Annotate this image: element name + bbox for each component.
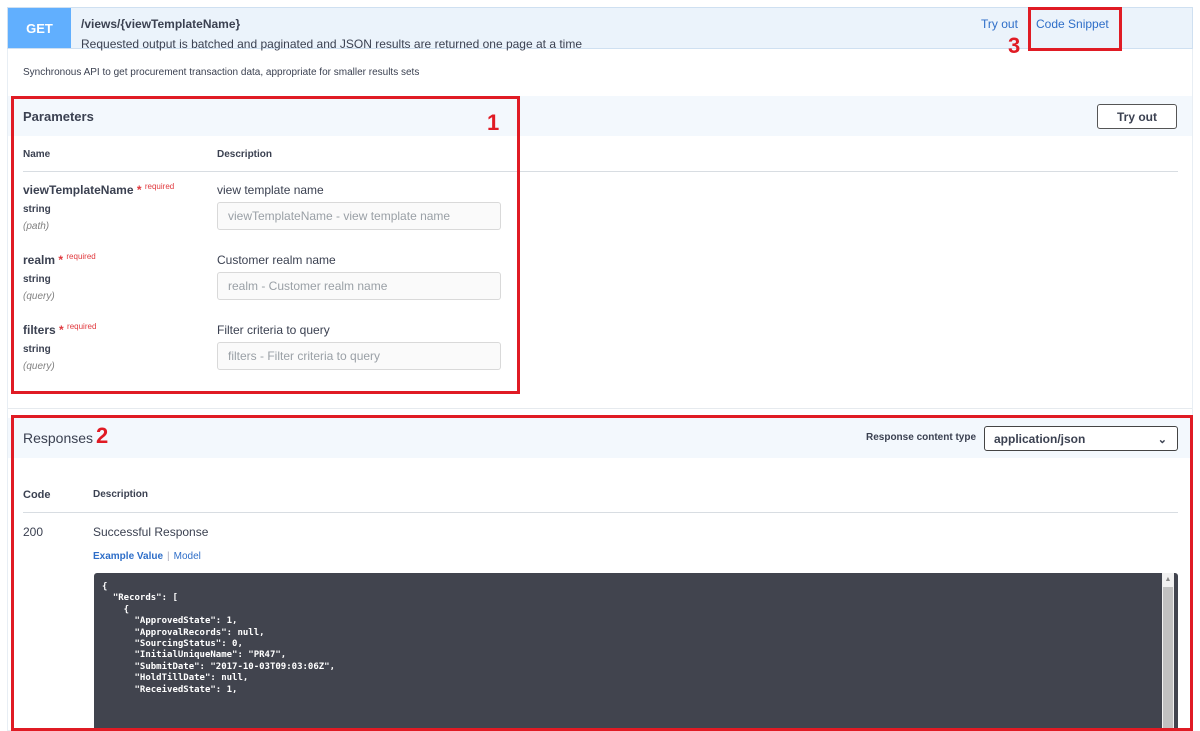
annotation-box-code-snippet <box>1028 7 1122 51</box>
try-out-link[interactable]: Try out <box>981 17 1018 31</box>
annotation-box-responses <box>11 415 1193 731</box>
method-badge[interactable]: GET <box>8 8 71 48</box>
annotation-box-parameters <box>11 96 520 394</box>
annotation-number: 1 <box>487 110 500 135</box>
operation-path[interactable]: /views/{viewTemplateName} <box>81 17 240 31</box>
divider <box>8 408 1192 409</box>
try-out-button[interactable]: Try out <box>1097 104 1177 129</box>
annotation-number: 2 <box>96 423 109 448</box>
operation-summary: Requested output is batched and paginate… <box>81 37 582 51</box>
annotation-number: 3 <box>1008 33 1021 58</box>
operation-description: Synchronous API to get procurement trans… <box>23 67 420 78</box>
